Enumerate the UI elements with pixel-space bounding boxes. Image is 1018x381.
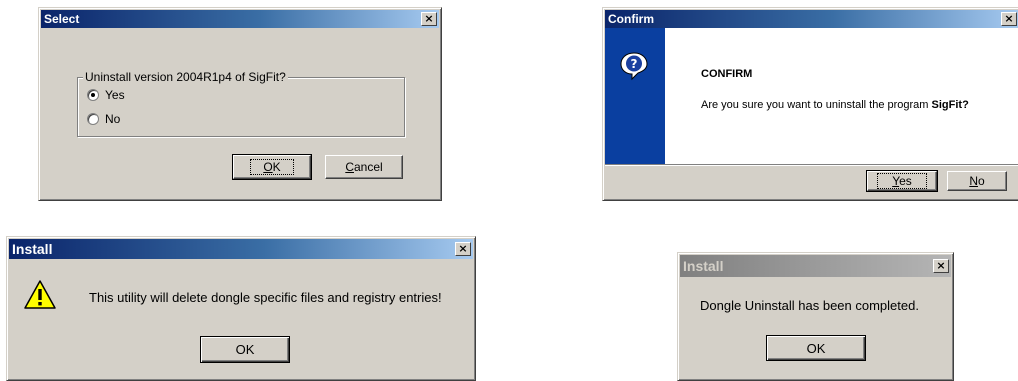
confirm-program-name: SigFit? — [931, 99, 969, 111]
warning-icon — [23, 279, 57, 311]
install-warning-dialog: Install × This utility will delete dongl… — [6, 236, 476, 381]
ok-label: OK — [235, 342, 255, 357]
select-titlebar[interactable]: Select × — [41, 10, 439, 28]
uninstall-groupbox — [77, 77, 405, 137]
select-cancel-button[interactable]: Cancel — [325, 155, 403, 179]
install-warning-ok-button[interactable]: OK — [200, 336, 290, 363]
confirm-message: Are you sure you want to uninstall the p… — [701, 99, 969, 111]
no-rest: o — [977, 174, 985, 188]
confirm-no-button[interactable]: No — [947, 171, 1007, 191]
close-icon: × — [458, 242, 468, 255]
radio-yes-label: Yes — [105, 88, 125, 102]
select-ok-button[interactable]: OK — [232, 154, 312, 180]
confirm-separator — [605, 164, 1018, 166]
confirm-titlebar[interactable]: Confirm × — [605, 10, 1018, 28]
select-close-button[interactable]: × — [421, 12, 437, 26]
ok-rest: K — [272, 160, 281, 174]
confirm-message-text: Are you sure you want to uninstall the p… — [701, 99, 932, 111]
confirm-blue-side-panel — [605, 28, 665, 164]
install-warning-titlebar[interactable]: Install × — [9, 239, 473, 259]
install-done-message: Dongle Uninstall has been completed. — [700, 298, 919, 313]
install-done-titlebar[interactable]: Install × — [680, 255, 951, 277]
radio-no-label: No — [105, 112, 121, 126]
close-icon: × — [936, 259, 946, 272]
select-title: Select — [44, 12, 80, 26]
select-dialog: Select × Uninstall version 2004R1p4 of S… — [38, 7, 442, 201]
confirm-white-panel — [665, 28, 1018, 164]
radio-yes[interactable]: Yes — [87, 88, 125, 102]
ok-accel: O — [263, 160, 273, 174]
radio-no-circle[interactable] — [87, 113, 99, 125]
confirm-close-button[interactable]: × — [1001, 12, 1017, 26]
radio-no[interactable]: No — [87, 112, 120, 126]
confirm-yes-button[interactable]: Yes — [866, 170, 938, 192]
close-icon: × — [1004, 12, 1014, 25]
yes-rest: es — [899, 174, 912, 188]
install-warning-close-button[interactable]: × — [455, 242, 471, 256]
radio-yes-circle[interactable] — [87, 89, 99, 101]
uninstall-group-label: Uninstall version 2004R1p4 of SigFit? — [83, 70, 288, 84]
install-warning-title: Install — [12, 241, 53, 257]
svg-text:?: ? — [631, 57, 638, 71]
ok-focus-rect: OK — [250, 159, 294, 175]
close-icon: × — [424, 12, 434, 25]
install-done-close-button[interactable]: × — [933, 259, 949, 273]
confirm-dialog: Confirm × ? CONFIRM Are you sure you wan… — [602, 7, 1018, 201]
yes-focus-rect: Yes — [877, 173, 927, 189]
radio-selected-dot — [91, 93, 95, 97]
install-done-ok-button[interactable]: OK — [766, 335, 866, 361]
question-icon: ? — [619, 51, 649, 81]
no-accel: N — [969, 174, 978, 188]
confirm-heading: CONFIRM — [701, 68, 753, 80]
install-done-dialog: Install × Dongle Uninstall has been comp… — [677, 252, 954, 381]
install-warning-message: This utility will delete dongle specific… — [89, 290, 442, 305]
cancel-accel: C — [345, 160, 354, 174]
ok-label: OK — [806, 340, 826, 356]
confirm-title: Confirm — [608, 12, 654, 26]
install-done-title: Install — [683, 258, 724, 274]
cancel-rest: ancel — [353, 160, 383, 174]
